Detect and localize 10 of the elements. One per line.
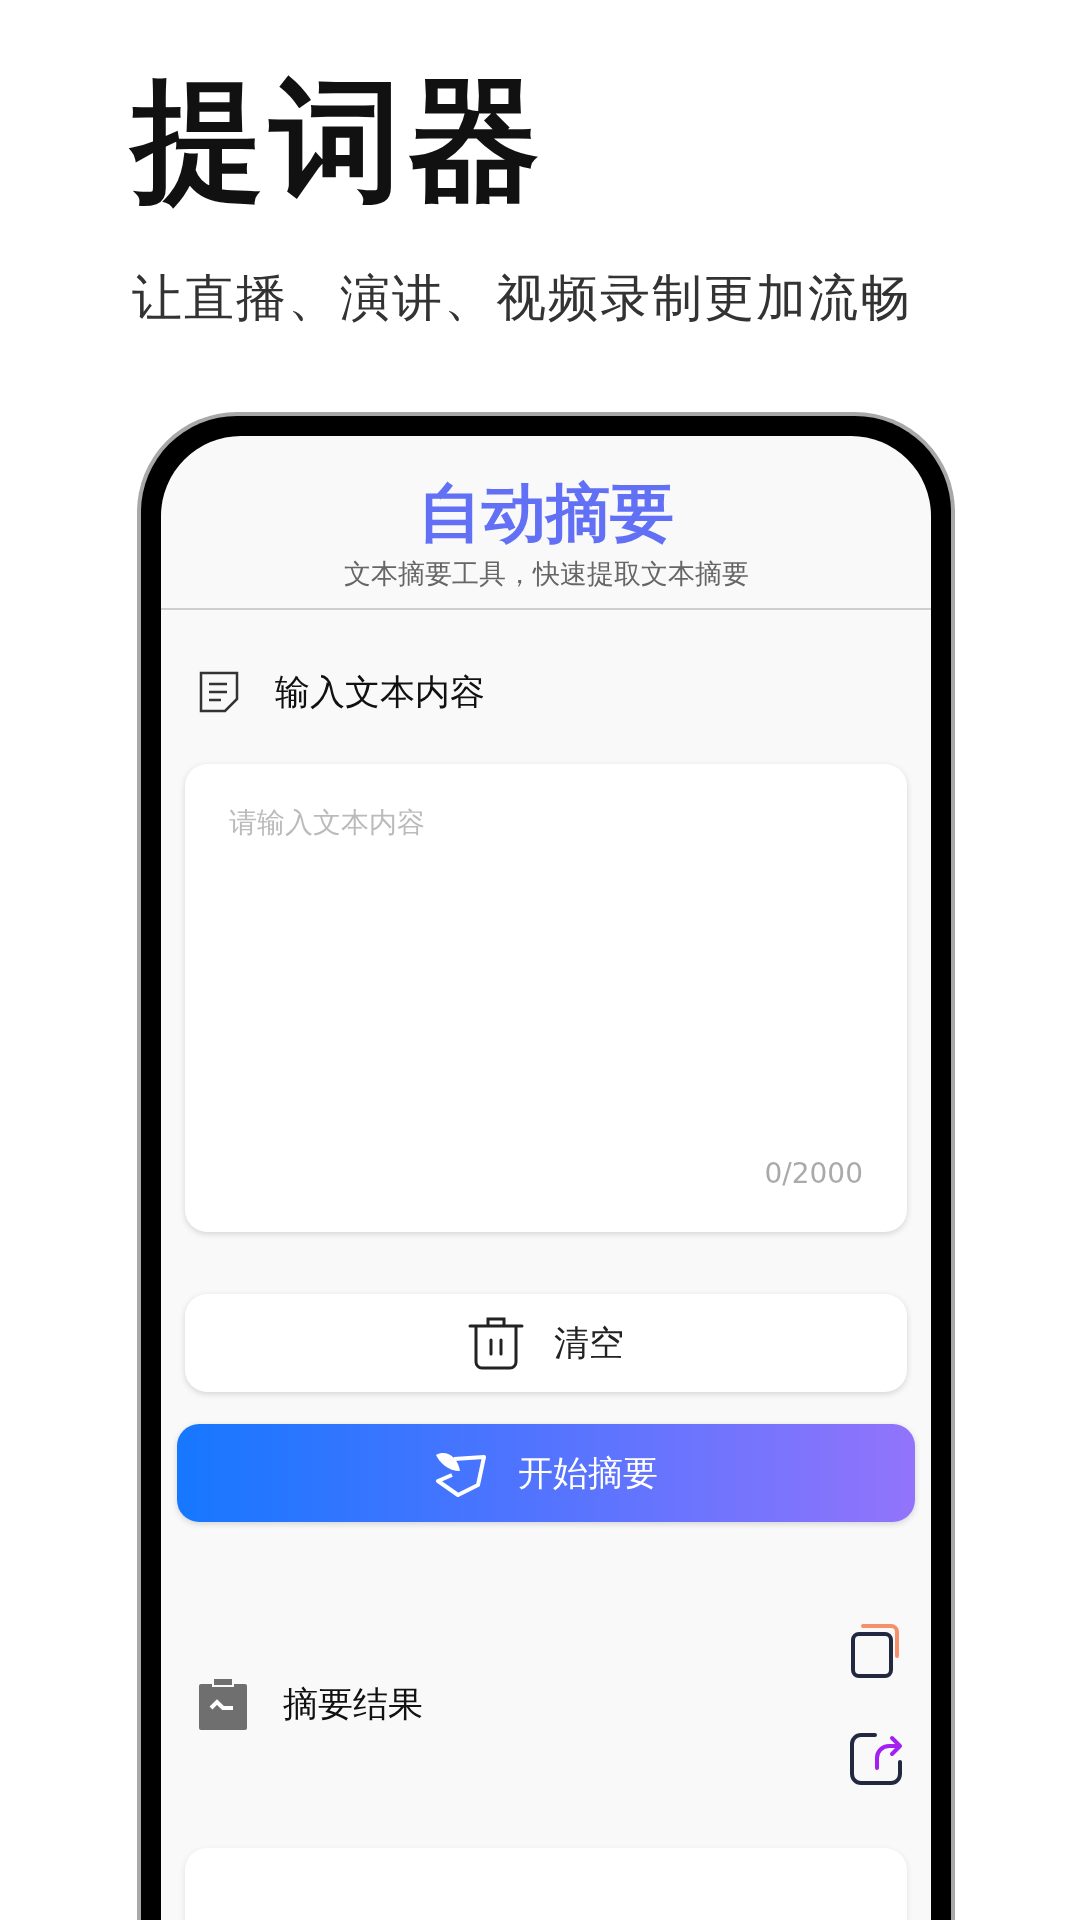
section-label: 摘要结果 bbox=[283, 1682, 423, 1726]
app-subtitle: 文本摘要工具，快速提取文本摘要 bbox=[342, 557, 750, 591]
character-counter: 0/2000 bbox=[764, 1157, 863, 1190]
app-title: 自动摘要 bbox=[417, 475, 675, 552]
text-input-area[interactable]: 请输入文本内容 0/2000 bbox=[185, 764, 907, 1232]
text-input-field[interactable]: 请输入文本内容 bbox=[229, 804, 863, 1104]
clear-button[interactable]: 清空 bbox=[185, 1294, 907, 1392]
section-label: 输入文本内容 bbox=[275, 670, 485, 714]
tagline: 让直播、演讲、视频录制更加流畅 bbox=[132, 268, 913, 328]
start-summary-button[interactable]: 开始摘要 bbox=[177, 1424, 915, 1522]
